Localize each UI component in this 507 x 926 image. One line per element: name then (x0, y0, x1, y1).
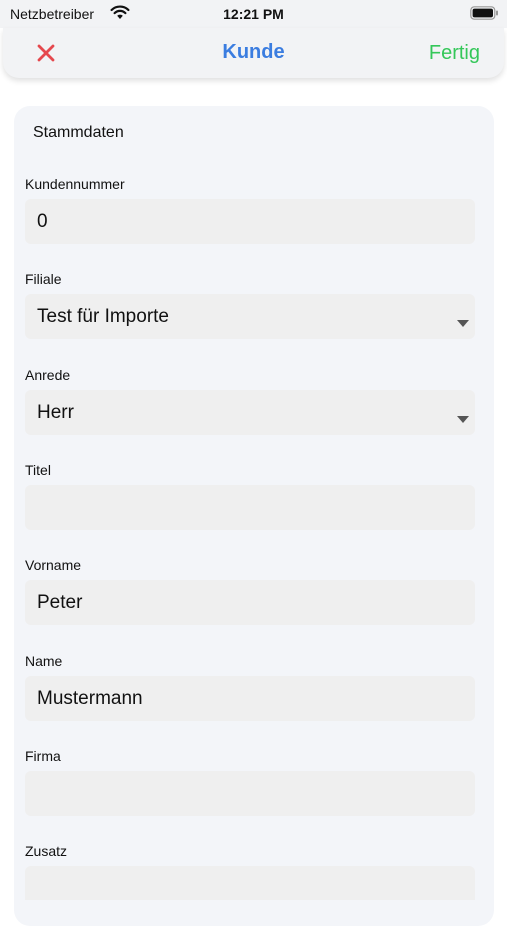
status-bar: Netzbetreiber 12:21 PM (0, 0, 507, 28)
status-time: 12:21 PM (223, 6, 284, 22)
company-label: Firma (25, 748, 61, 764)
navigation-bar: Kunde Fertig (3, 28, 504, 78)
addition-field[interactable] (25, 866, 475, 900)
company-field[interactable] (25, 771, 475, 816)
battery-icon (470, 6, 499, 20)
addition-label: Zusatz (25, 843, 68, 859)
caret-down-icon (457, 410, 469, 423)
customer-number-value: 0 (37, 211, 48, 232)
customer-number-label: Kundennummer (25, 176, 125, 192)
customer-number-field[interactable]: 0 (25, 199, 475, 244)
salutation-value: Herr (37, 402, 74, 423)
first-name-field[interactable]: Peter (25, 580, 475, 625)
last-name-field[interactable]: Mustermann (25, 676, 475, 721)
title-label: Titel (25, 462, 51, 478)
salutation-label: Anrede (25, 367, 71, 383)
branch-value: Test für Importe (37, 306, 169, 327)
last-name-label: Name (25, 653, 63, 669)
first-name-value: Peter (37, 592, 83, 613)
last-name-value: Mustermann (37, 688, 143, 709)
section-title: Stammdaten (33, 124, 124, 141)
done-button[interactable]: Fertig (429, 42, 480, 65)
branch-label: Filiale (25, 271, 62, 287)
title-field[interactable] (25, 485, 475, 530)
branch-select[interactable]: Test für Importe (25, 294, 475, 339)
caret-down-icon (457, 314, 469, 327)
salutation-select[interactable]: Herr (25, 390, 475, 435)
first-name-label: Vorname (25, 557, 82, 573)
